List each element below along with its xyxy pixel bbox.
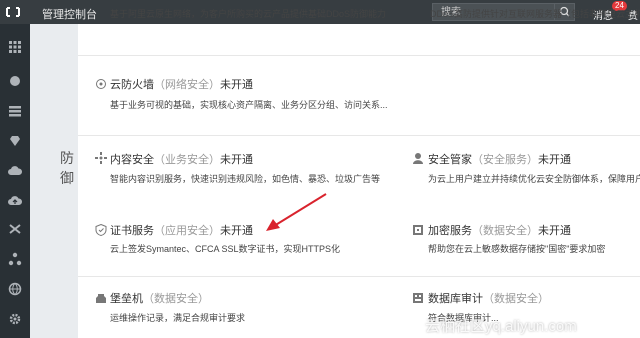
content-security-icon	[95, 152, 107, 164]
list-icon[interactable]	[8, 104, 22, 118]
bastion-icon	[96, 294, 106, 303]
certificate-icon	[95, 224, 107, 236]
console-title[interactable]: 管理控制台	[42, 6, 97, 22]
service-encryption-desc: 帮助您在云上敏感数据存储按"国密"要求加密	[428, 244, 606, 254]
circle-icon[interactable]	[8, 74, 22, 88]
service-manager-desc: 为云上用户建立并持续优化云安全防御体系，保障用户	[428, 174, 640, 184]
encryption-icon	[413, 225, 423, 235]
service-content-title[interactable]: 内容安全（业务安全）未开通	[110, 151, 253, 167]
divider	[78, 276, 640, 277]
cluster-icon[interactable]	[8, 252, 22, 266]
database-audit-icon	[413, 293, 423, 303]
service-bastion-title[interactable]: 堡垒机（数据安全）	[110, 290, 209, 306]
cloud-upload-icon[interactable]	[8, 194, 22, 208]
category-defense-char-2: 御	[60, 170, 74, 186]
aliyun-logo-icon[interactable]	[6, 5, 20, 19]
watermark: 云栖社区yq.aliyun.com	[425, 318, 577, 335]
ddos-pro-desc: DDoS高防提供针对互联网服务器（包括非阿里云主机	[430, 9, 640, 19]
diamond-icon[interactable]	[8, 134, 22, 148]
grid-icon[interactable]	[8, 40, 22, 54]
category-defense-char-1: 防	[60, 150, 74, 166]
service-firewall-title[interactable]: 云防火墙（网络安全）未开通	[110, 76, 253, 92]
cloud-icon[interactable]	[8, 164, 22, 178]
ddos-basic-desc: 基于阿里云原生网络，为客户所购买的云产品提供基础DDoS防御能力	[110, 9, 387, 19]
firewall-icon	[96, 79, 106, 89]
service-db-audit-title[interactable]: 数据库审计（数据安全）	[428, 290, 549, 306]
globe-icon[interactable]	[8, 282, 22, 296]
annotation-arrow-icon	[266, 193, 327, 231]
gear-icon[interactable]	[8, 312, 22, 326]
divider	[78, 55, 640, 56]
shuffle-icon[interactable]	[8, 222, 22, 236]
service-cert-title[interactable]: 证书服务（应用安全）未开通	[110, 222, 253, 238]
security-manager-icon	[413, 153, 423, 164]
sidebar	[0, 24, 30, 338]
service-cert-desc: 云上签发Symantec、CFCA SSL数字证书，实现HTTPS化	[110, 244, 341, 254]
service-content-desc: 智能内容识别服务，快速识别违规风险，如色情、暴恐、垃圾广告等	[110, 174, 381, 184]
service-firewall-desc: 基于业务可视的基础，实现核心资产隔离、业务分区分组、访问关系...	[110, 100, 388, 110]
divider	[78, 135, 640, 136]
service-manager-title[interactable]: 安全管家（安全服务）未开通	[428, 151, 571, 167]
service-encryption-title[interactable]: 加密服务（数据安全）未开通	[428, 222, 571, 238]
service-bastion-desc: 运维操作记录，满足合规审计要求	[110, 313, 246, 323]
